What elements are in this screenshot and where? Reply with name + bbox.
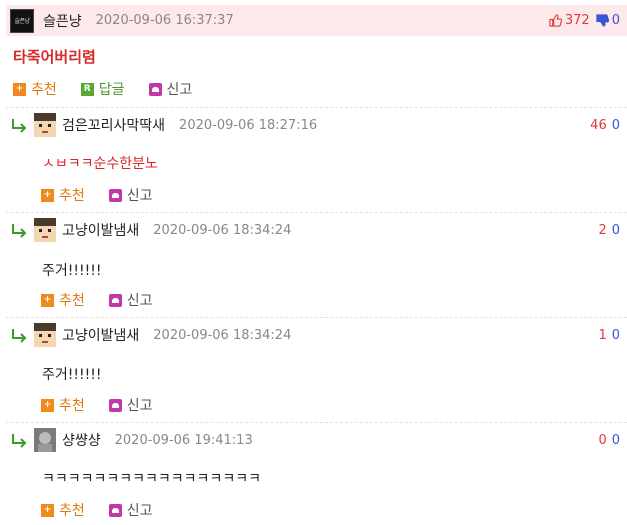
- report-button[interactable]: 신고: [148, 79, 193, 99]
- reply-arrow-icon: [12, 224, 27, 238]
- author-nickname[interactable]: 고냥이발냄새: [62, 325, 139, 345]
- thumbs-down-icon[interactable]: [596, 14, 609, 27]
- downvote-count: 0: [611, 13, 620, 28]
- upvote-count: 2: [598, 222, 607, 238]
- report-label: 신고: [126, 503, 153, 519]
- avatar[interactable]: [34, 428, 56, 452]
- report-label: 신고: [126, 188, 153, 204]
- report-label: 신고: [166, 82, 193, 98]
- downvote-count: 0: [611, 117, 620, 133]
- reply-header: 고냥이발냄새 2020-09-06 18:34:24 10: [10, 321, 620, 349]
- report-button[interactable]: 신고: [108, 500, 153, 520]
- siren-icon: [108, 188, 122, 202]
- downvote-count: 0: [611, 222, 620, 238]
- downvote-count: 0: [611, 432, 620, 448]
- recommend-button[interactable]: + 추천: [13, 79, 57, 99]
- report-button[interactable]: 신고: [108, 185, 153, 205]
- author-nickname[interactable]: 샹썅샹: [62, 430, 101, 450]
- reply-actions: + 추천 신고: [41, 500, 177, 520]
- comment-date: 2020-09-06 18:34:24: [153, 327, 292, 343]
- reply-button[interactable]: R 답글: [80, 79, 125, 99]
- recommend-button[interactable]: + 추천: [41, 185, 85, 205]
- thumbs-up-icon[interactable]: [549, 14, 562, 27]
- avatar[interactable]: 슬픈냥: [10, 8, 34, 33]
- recommend-label: 추천: [59, 188, 85, 204]
- comment-body: 주거!!!!!!: [42, 263, 102, 279]
- divider: [6, 422, 627, 423]
- siren-icon: [108, 503, 122, 517]
- vote-counter: 20: [598, 223, 620, 238]
- divider: [6, 317, 627, 318]
- recommend-button[interactable]: + 추천: [41, 290, 85, 310]
- reply-header: 검은꼬리사막딱새 2020-09-06 18:27:16 46 0: [10, 111, 620, 139]
- vote-counter: 372 0: [549, 5, 620, 36]
- reply-actions: + 추천 신고: [41, 290, 177, 310]
- upvote-count: 46: [590, 117, 607, 133]
- upvote-count: 1: [598, 327, 607, 343]
- vote-counter: 46 0: [590, 118, 620, 133]
- main-comment-header: 슬픈냥 슬픈냥 2020-09-06 16:37:37 372 0: [6, 5, 627, 36]
- comment-body: 주거!!!!!!: [42, 367, 102, 383]
- author-nickname[interactable]: 고냥이발냄새: [62, 220, 139, 240]
- divider: [6, 212, 627, 213]
- recommend-label: 추천: [59, 503, 85, 519]
- upvote-count: 0: [598, 432, 607, 448]
- comment-date: 2020-09-06 18:34:24: [153, 222, 292, 238]
- plus-icon: +: [41, 293, 54, 307]
- reply-icon: R: [80, 82, 94, 96]
- plus-icon: +: [13, 82, 26, 96]
- vote-counter: 10: [598, 328, 620, 343]
- plus-icon: +: [41, 188, 54, 202]
- downvote-count: 0: [611, 327, 620, 343]
- reply-header: 샹썅샹 2020-09-06 19:41:13 00: [10, 426, 620, 454]
- main-actions: + 추천 R 답글 신고: [13, 79, 216, 99]
- comment-body: ㅅㅂㅋㅋ순수한분노: [42, 156, 158, 172]
- comment-date: 2020-09-06 16:37:37: [95, 13, 234, 28]
- siren-icon: [108, 293, 122, 307]
- recommend-label: 추천: [59, 293, 85, 309]
- recommend-button[interactable]: + 추천: [41, 395, 85, 415]
- siren-icon: [148, 82, 162, 96]
- comment-date: 2020-09-06 18:27:16: [179, 117, 318, 133]
- report-button[interactable]: 신고: [108, 290, 153, 310]
- author-nickname[interactable]: 슬픈냥: [43, 11, 82, 31]
- avatar-text: 슬픈냥: [14, 18, 30, 25]
- comment-date: 2020-09-06 19:41:13: [114, 432, 253, 448]
- plus-icon: +: [41, 503, 54, 517]
- reply-arrow-icon: [12, 434, 27, 448]
- report-button[interactable]: 신고: [108, 395, 153, 415]
- author-nickname[interactable]: 검은꼬리사막딱새: [62, 115, 165, 135]
- report-label: 신고: [126, 398, 153, 414]
- avatar[interactable]: [34, 113, 56, 137]
- divider: [6, 107, 627, 108]
- avatar[interactable]: [34, 218, 56, 242]
- siren-icon: [108, 398, 122, 412]
- reply-actions: + 추천 신고: [41, 185, 177, 205]
- avatar[interactable]: [34, 323, 56, 347]
- vote-counter: 00: [598, 433, 620, 448]
- comment-body: ㅋㅋㅋㅋㅋㅋㅋㅋㅋㅋㅋㅋㅋㅋㅋㅋㅋ: [42, 471, 261, 487]
- recommend-button[interactable]: + 추천: [41, 500, 85, 520]
- reply-arrow-icon: [12, 119, 27, 133]
- reply-label: 답글: [98, 82, 125, 98]
- report-label: 신고: [126, 293, 153, 309]
- plus-icon: +: [41, 398, 54, 412]
- reply-actions: + 추천 신고: [41, 395, 177, 415]
- comment-thread: 슬픈냥 슬픈냥 2020-09-06 16:37:37 372 0 타죽어버리렴…: [0, 0, 627, 525]
- recommend-label: 추천: [31, 82, 57, 98]
- comment-body: 타죽어버리렴: [13, 48, 96, 66]
- upvote-count: 372: [564, 13, 590, 28]
- recommend-label: 추천: [59, 398, 85, 414]
- reply-header: 고냥이발냄새 2020-09-06 18:34:24 20: [10, 216, 620, 244]
- reply-arrow-icon: [12, 329, 27, 343]
